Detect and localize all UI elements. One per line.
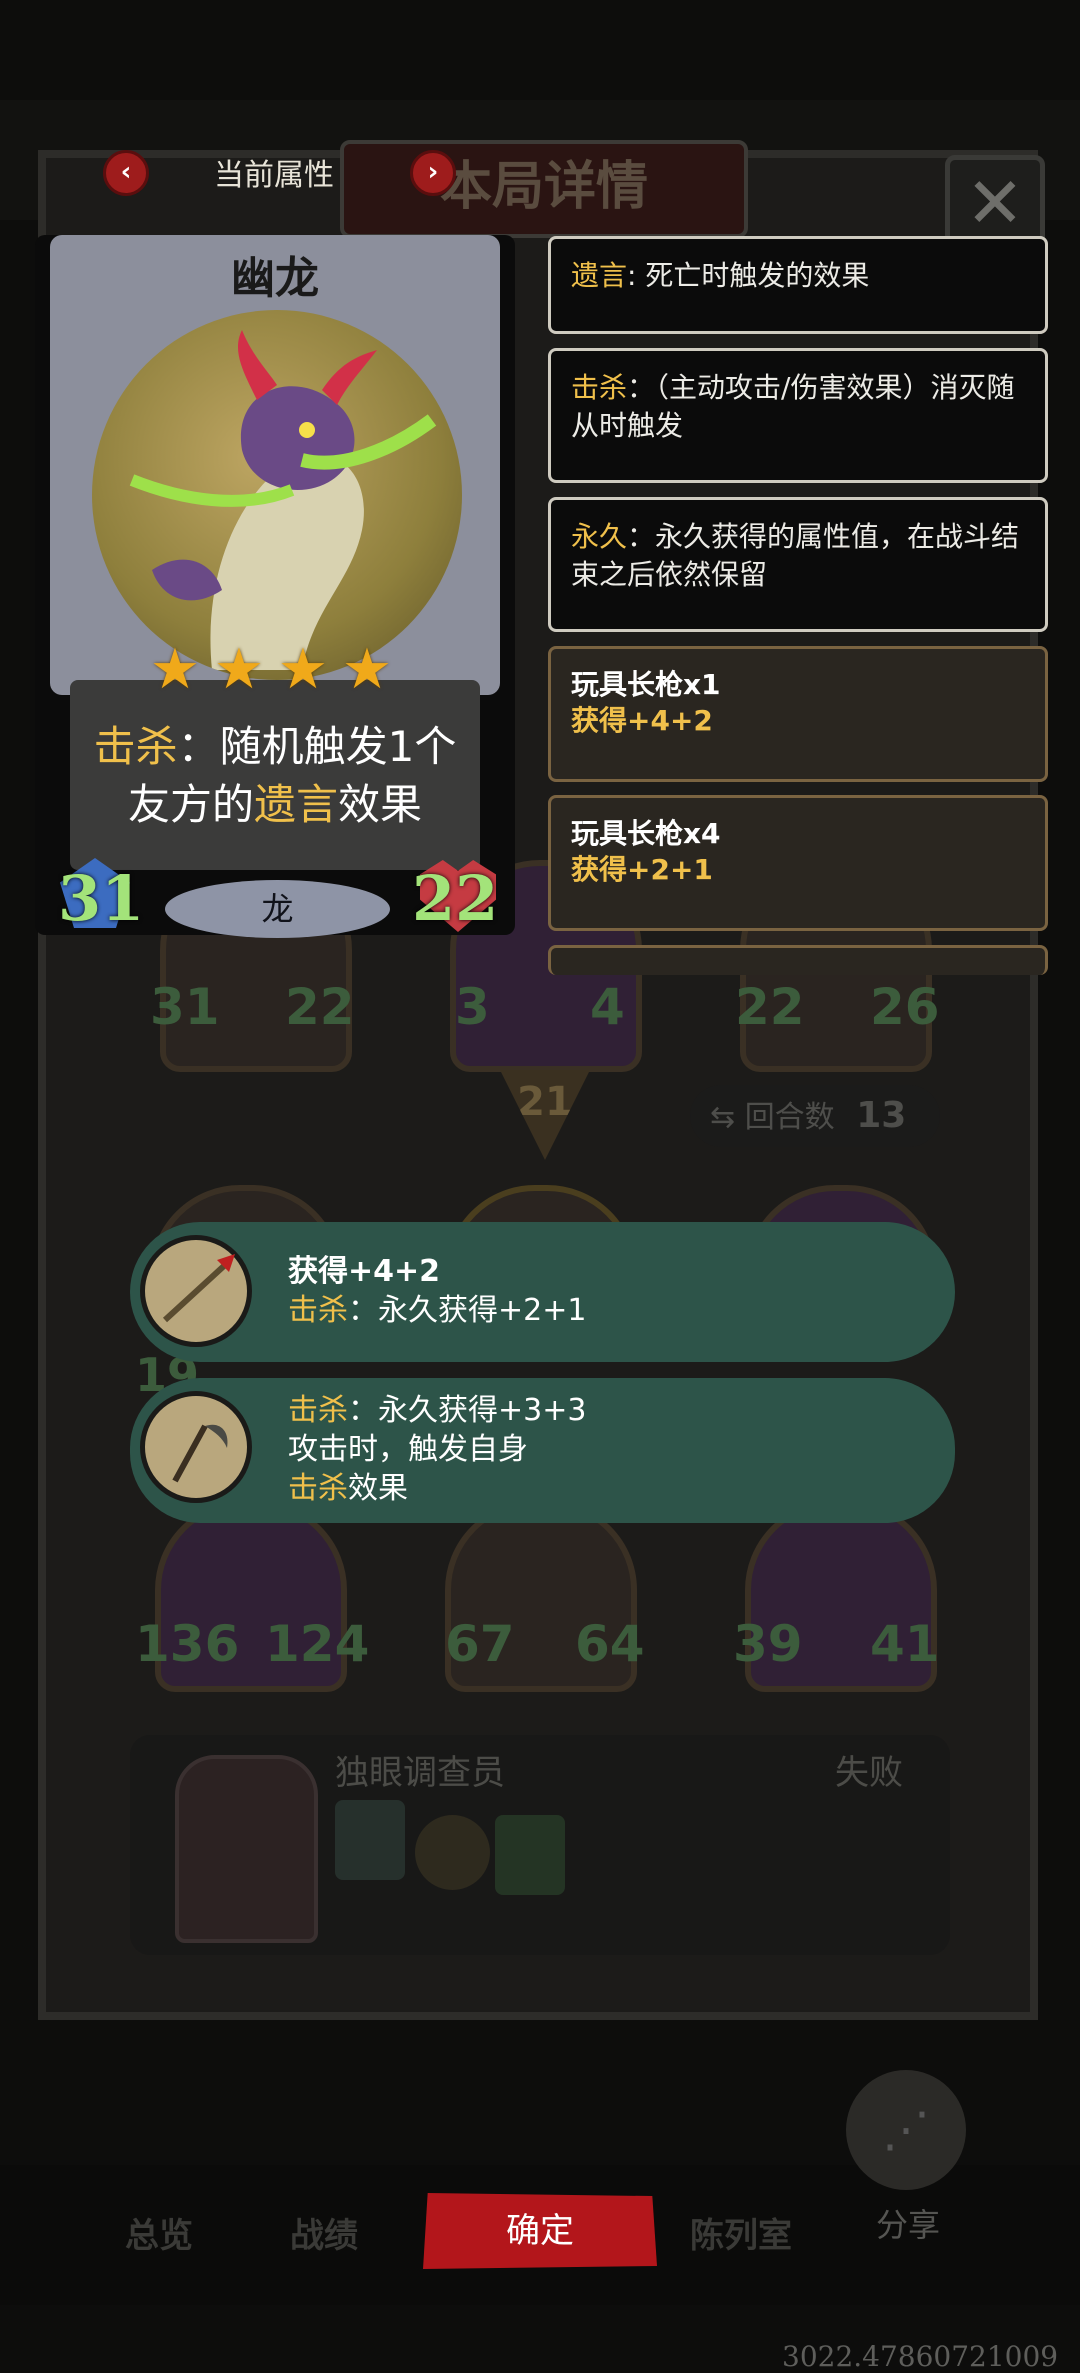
minion-health: 41 (870, 1615, 940, 1673)
round-icon: ⇆ (710, 1100, 736, 1135)
card-tribe: 龙 (165, 880, 390, 938)
opponent-item-icon (415, 1815, 490, 1890)
minion-attack: 39 (733, 1615, 803, 1673)
minion-attack: 3 (455, 978, 490, 1036)
minion-health: 26 (870, 978, 940, 1036)
star-icon: ★ (149, 637, 201, 702)
keyword-kill: 击杀 (93, 722, 178, 771)
item-buff-entry: 玩具长枪x4 获得+2+1 (548, 795, 1048, 931)
page-title: 本局详情 (340, 140, 748, 238)
item-buff-entry: 玩具长枪x1 获得+4+2 (548, 646, 1048, 782)
opponent-item-icon (335, 1800, 405, 1880)
minion-attack: 67 (445, 1615, 515, 1673)
scythe-relic-icon (140, 1391, 252, 1503)
relic-effect-popup: 击杀：永久获得+3+3 攻击时，触发自身 击杀效果 (130, 1378, 955, 1523)
next-arrow-button[interactable]: › (410, 150, 456, 196)
debug-overlay-text: 3022.47860721009 (782, 2340, 1059, 2373)
minion-attack: 31 (150, 978, 220, 1036)
round-label: 回合数 (744, 1100, 835, 1135)
star-icon: ★ (277, 637, 329, 702)
dragon-illustration (129, 330, 437, 670)
opponent-item-icon (495, 1815, 565, 1895)
minion-health: 22 (285, 978, 355, 1036)
keyword-info-kill: 击杀：（主动攻击/伤害效果）消灭随从时触发 (548, 348, 1048, 483)
tab-overview[interactable]: 总览 (125, 2208, 193, 2257)
minion-health: 64 (575, 1615, 645, 1673)
opponent-name: 独眼调查员 (335, 1753, 505, 1793)
share-icon: ⋰ (882, 2102, 930, 2158)
keyword-deathrattle: 遗言 (253, 780, 338, 829)
minion-health: 4 (590, 978, 625, 1036)
card-name: 幽龙 (231, 253, 319, 304)
round-counter: ⇆ 回合数 13 (690, 1085, 940, 1147)
confirm-button[interactable]: 确定 (423, 2193, 657, 2269)
minion-attack: 136 (135, 1615, 240, 1673)
tab-record[interactable]: 战绩 (290, 2208, 358, 2257)
keyword-info-permanent: 永久：永久获得的属性值，在战斗结束之后依然保留 (548, 497, 1048, 632)
spear-relic-icon (140, 1235, 252, 1347)
minion-health: 124 (265, 1615, 370, 1673)
card-health: 22 (412, 862, 499, 935)
dragon-portrait (92, 310, 462, 680)
share-button[interactable]: ⋰ (846, 2070, 966, 2190)
prev-arrow-button[interactable]: ‹ (103, 150, 149, 196)
card-attack: 31 (58, 862, 145, 935)
minion-attack: 22 (735, 978, 805, 1036)
opponent-avatar (175, 1755, 318, 1943)
battle-result: 失败 (835, 1753, 903, 1793)
star-icon: ★ (341, 637, 393, 702)
card-description: 击杀：随机触发1个 友方的遗言效果 (93, 722, 457, 829)
share-label: 分享 (876, 2206, 941, 2244)
keyword-info-deathrattle: 遗言: 死亡时触发的效果 (548, 236, 1048, 334)
tab-showroom[interactable]: 陈列室 (690, 2208, 792, 2257)
round-value: 13 (856, 1095, 907, 1136)
item-buff-entry-partial (548, 945, 1048, 975)
star-icon: ★ (213, 637, 265, 702)
relic-effect-popup: 获得+4+2 击杀：永久获得+2+1 (130, 1222, 955, 1362)
current-attributes-label: 当前属性 (214, 158, 334, 193)
